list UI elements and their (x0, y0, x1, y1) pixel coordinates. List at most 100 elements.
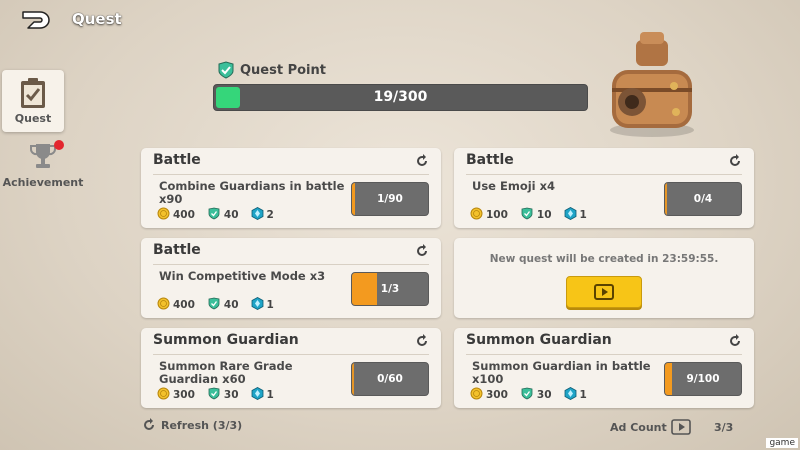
ad-count-value: 3/3 (714, 421, 734, 434)
reward-list: 300 30 1 (470, 387, 587, 403)
refresh-icon[interactable] (415, 244, 429, 258)
gem-icon (251, 387, 264, 403)
refresh-icon[interactable] (728, 334, 742, 348)
quest-point-header: Quest Point (216, 61, 326, 79)
quest-category: Battle (153, 152, 201, 168)
reward-gem: 1 (251, 297, 274, 313)
gem-icon (564, 207, 577, 223)
notification-dot (54, 140, 64, 150)
refresh-icon (144, 418, 154, 430)
watermark: game (766, 438, 798, 448)
quest-category: Battle (466, 152, 514, 168)
reward-gem-value: 1 (266, 299, 274, 311)
quest-task: Use Emoji x4 (472, 179, 556, 193)
reward-gold: 400 (157, 297, 195, 313)
reward-gold-value: 300 (173, 389, 195, 401)
quest-category: Summon Guardian (466, 332, 612, 348)
reward-gem-value: 1 (579, 389, 587, 401)
quest-progress-button[interactable]: 9/100 (664, 362, 742, 396)
reward-gold-value: 400 (173, 209, 195, 221)
quest-category: Summon Guardian (153, 332, 299, 348)
reward-chest-icon[interactable] (592, 30, 712, 140)
reward-quest-point: 30 (520, 387, 552, 403)
quest-point-label: Quest Point (240, 62, 326, 78)
quest-point-small-icon (207, 387, 221, 403)
gold-coin-icon (157, 297, 170, 313)
reward-list: 400 40 1 (157, 297, 274, 313)
quest-task: Win Competitive Mode x3 (159, 269, 326, 283)
reward-gem: 2 (251, 207, 274, 223)
gem-icon (251, 297, 264, 313)
quest-point-small-icon (520, 207, 534, 223)
reward-gold-value: 400 (173, 299, 195, 311)
divider (466, 354, 742, 355)
reward-gem: 1 (564, 387, 587, 403)
quest-progress-button[interactable]: 1/3 (351, 272, 429, 306)
quest-progress-text: 0/60 (377, 373, 403, 385)
back-arrow-icon[interactable] (20, 8, 54, 32)
reward-quest-point-value: 30 (223, 389, 239, 401)
reward-gold: 300 (470, 387, 508, 403)
reward-quest-point-value: 40 (223, 209, 239, 221)
tab-achievement-label: Achievement (2, 176, 84, 189)
gold-coin-icon (470, 207, 483, 223)
reward-quest-point: 30 (207, 387, 239, 403)
reward-quest-point: 10 (520, 207, 552, 223)
reward-list: 100 10 1 (470, 207, 587, 223)
reward-quest-point-value: 30 (536, 389, 552, 401)
tab-quest[interactable]: Quest (2, 70, 64, 132)
reward-gold-value: 100 (486, 209, 508, 221)
divider (466, 174, 742, 175)
quest-point-small-icon (207, 297, 221, 313)
reward-gem: 1 (251, 387, 274, 403)
reward-list: 400 40 2 (157, 207, 274, 223)
new-quest-timer-text: New quest will be created in 23:59:55. (489, 253, 719, 265)
gem-icon (251, 207, 264, 223)
reward-list: 300 30 1 (157, 387, 274, 403)
quest-progress-text: 0/4 (693, 193, 713, 205)
quest-task: Summon Guardian in battle x100 (472, 359, 651, 386)
quest-card: Battle Use Emoji x4 100 10 1 0/4 (454, 148, 754, 228)
gold-coin-icon (157, 387, 170, 403)
quest-point-icon (218, 61, 234, 79)
refresh-icon[interactable] (415, 334, 429, 348)
quest-card: Summon Guardian Summon Guardian in battl… (454, 328, 754, 408)
quest-progress-button[interactable]: 0/4 (664, 182, 742, 216)
quest-card: Summon Guardian Summon Rare Grade Guardi… (141, 328, 441, 408)
divider (153, 354, 429, 355)
quest-task: Combine Guardians in battle x90 (159, 179, 345, 206)
reward-quest-point-value: 10 (536, 209, 552, 221)
refresh-all-button[interactable]: Refresh (3/3) (142, 418, 242, 432)
quest-point-small-icon (207, 207, 221, 223)
reward-gold: 100 (470, 207, 508, 223)
quest-progress-text: 1/90 (377, 193, 403, 205)
divider (153, 174, 429, 175)
refresh-count-label: Refresh (3/3) (161, 418, 243, 432)
refresh-icon[interactable] (415, 154, 429, 168)
tab-quest-label: Quest (14, 112, 52, 125)
reward-gold: 300 (157, 387, 195, 403)
reward-gold: 400 (157, 207, 195, 223)
reward-quest-point: 40 (207, 297, 239, 313)
tab-achievement[interactable]: Achievement (0, 140, 86, 189)
refresh-icon[interactable] (728, 154, 742, 168)
play-video-icon (670, 419, 691, 435)
quest-progress-text: 1/3 (380, 283, 400, 295)
quest-task: Summon Rare Grade Guardian x60 (159, 359, 293, 386)
reward-gem-value: 1 (266, 389, 274, 401)
quest-progress-button[interactable]: 1/90 (351, 182, 429, 216)
reward-quest-point-value: 40 (223, 299, 239, 311)
quest-progress-text: 9/100 (686, 373, 720, 385)
ad-count-label: Ad Count (610, 420, 667, 434)
quest-card: Battle Combine Guardians in battle x90 4… (141, 148, 441, 228)
clipboard-check-icon (21, 78, 45, 108)
watch-ad-button[interactable] (566, 276, 642, 308)
quest-point-small-icon (520, 387, 534, 403)
play-video-icon (594, 284, 614, 300)
reward-gem-value: 2 (266, 209, 274, 221)
gold-coin-icon (157, 207, 170, 223)
gold-coin-icon (470, 387, 483, 403)
divider (153, 264, 429, 265)
quest-progress-button[interactable]: 0/60 (351, 362, 429, 396)
ad-quest-card: New quest will be created in 23:59:55. (454, 238, 754, 318)
